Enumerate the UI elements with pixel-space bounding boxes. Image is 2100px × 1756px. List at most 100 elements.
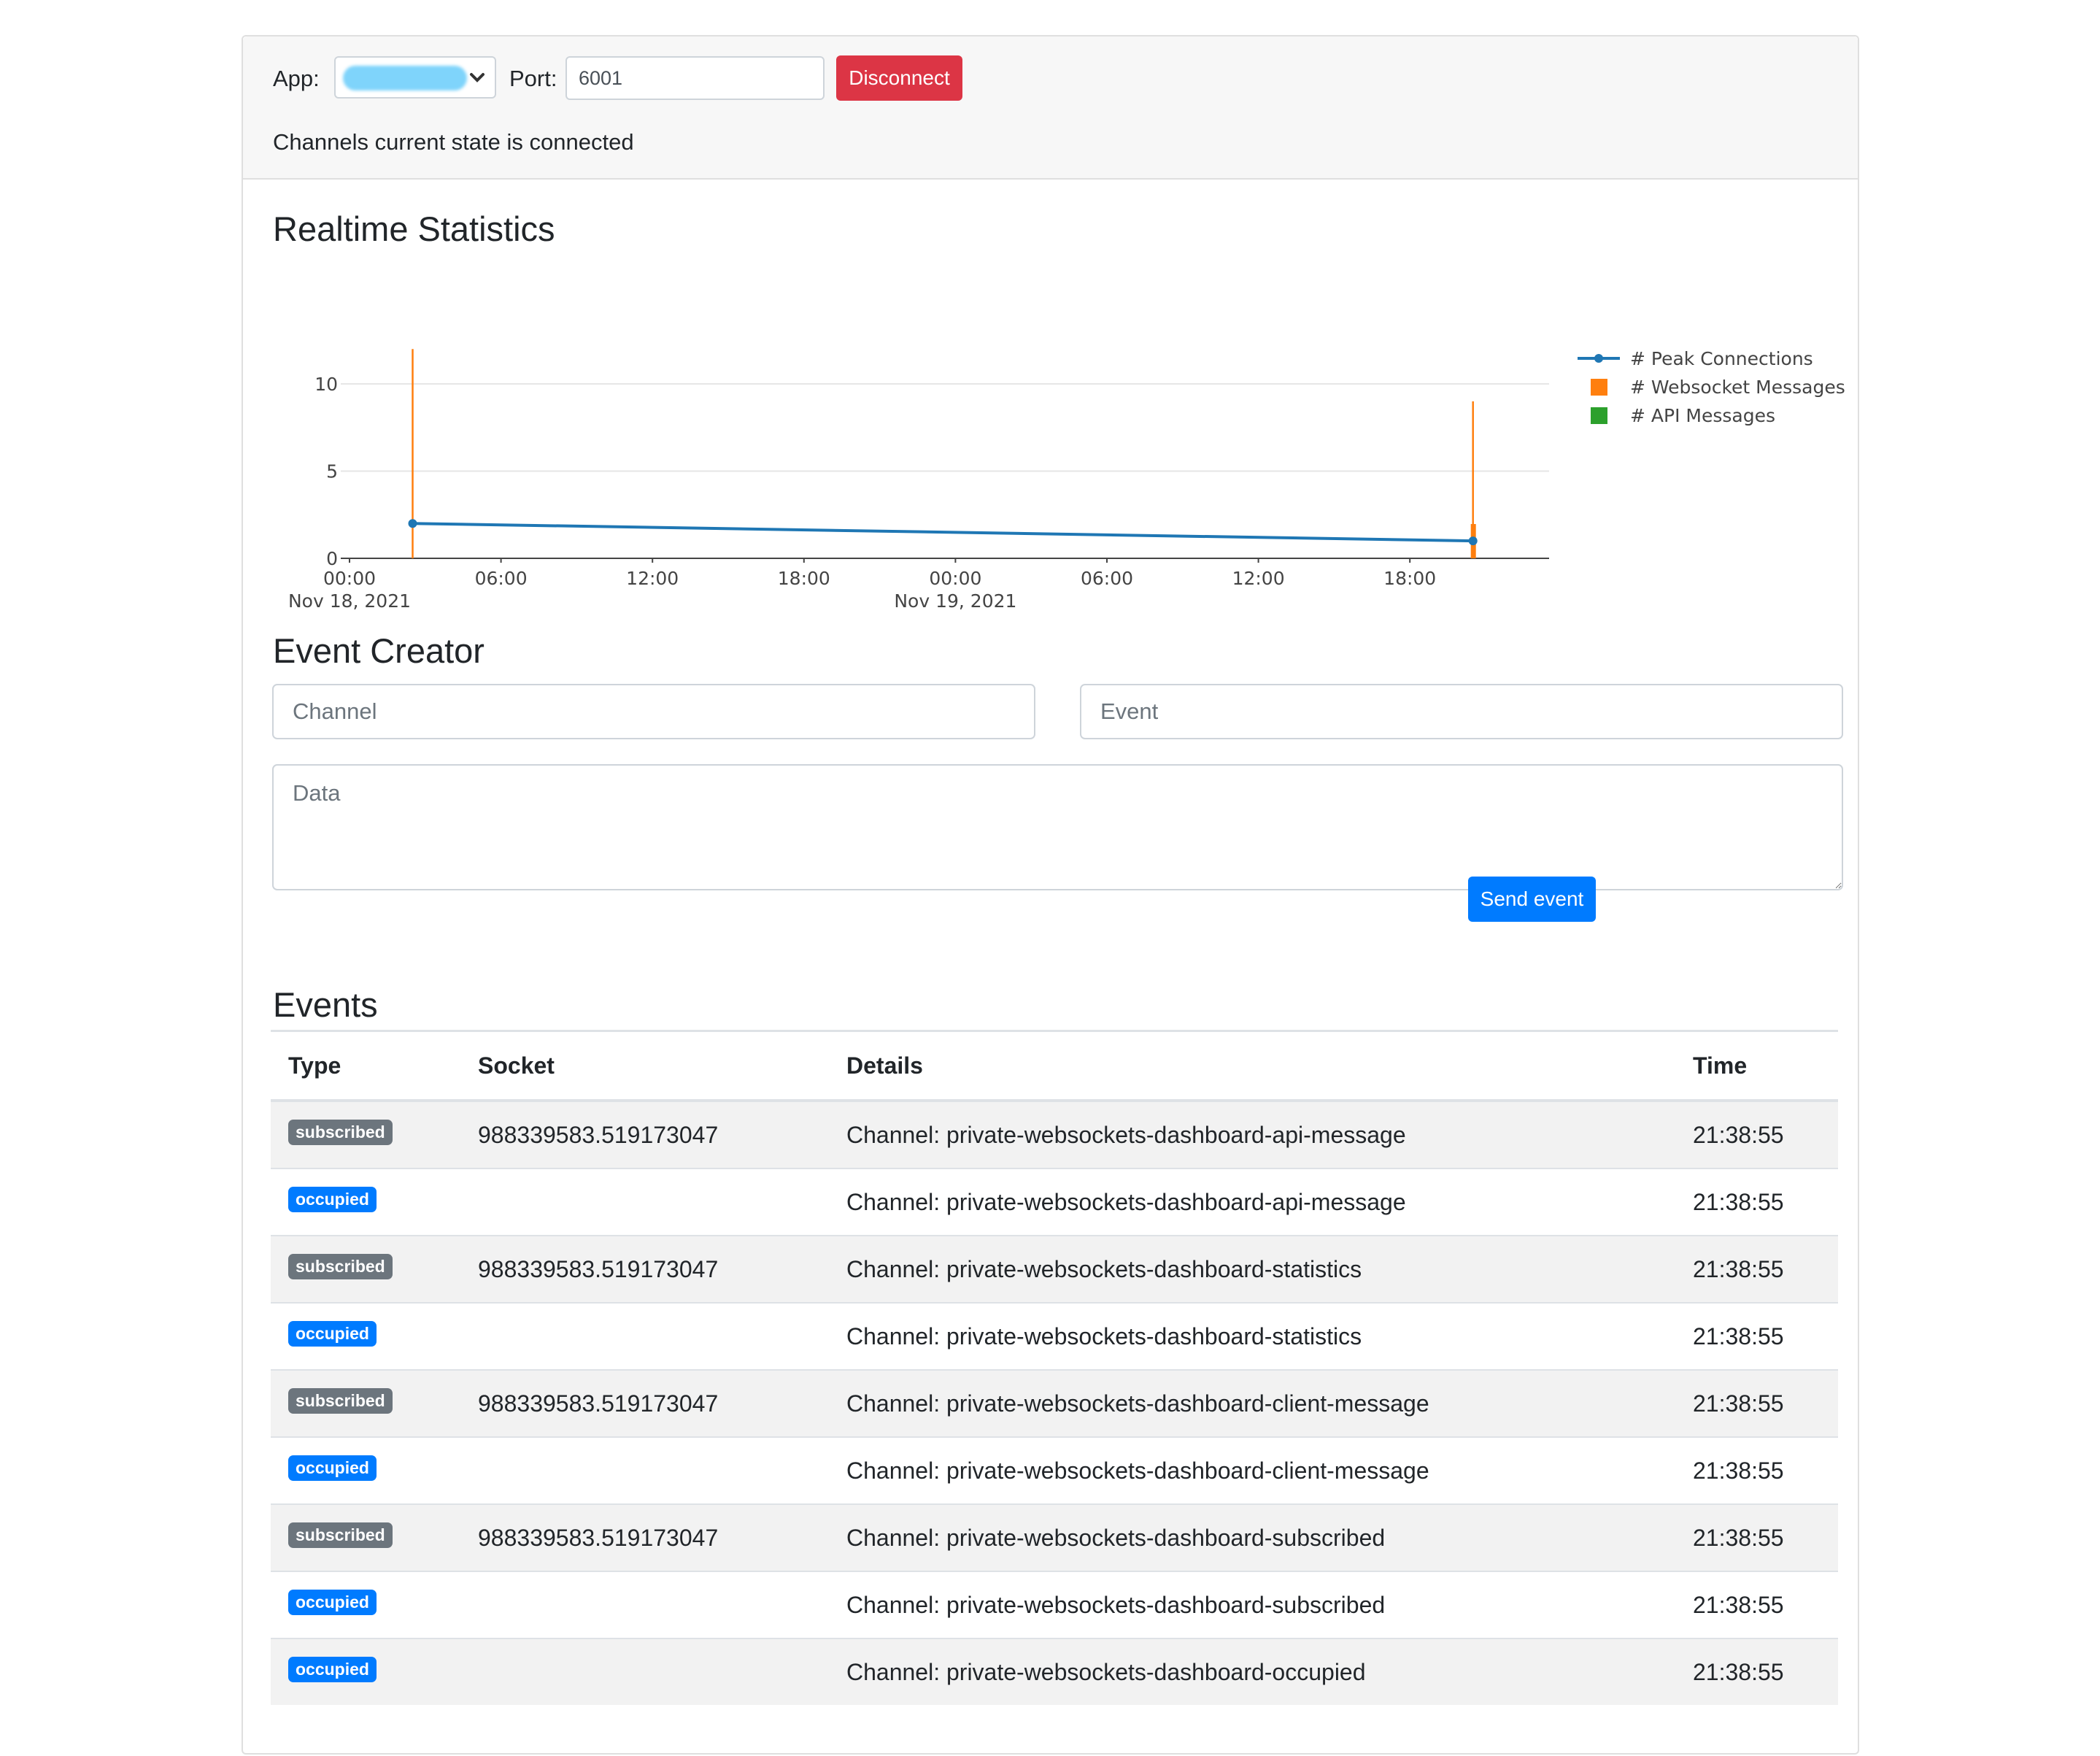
peak-connections-point [408,519,417,528]
app-label: App: [273,66,320,91]
realtime-statistics-title: Realtime Statistics [273,209,555,248]
send-event-button[interactable]: Send event [1468,877,1596,922]
column-header-socket: Socket [460,1030,829,1102]
table-row: subscribed 988339583.519173047 Channel: pr… [271,1503,1838,1571]
details-cell: Channel: private-websockets-dashboard-su… [829,1503,1675,1571]
realtime-statistics-chart: 0 5 10 00:00 06:00 12:00 18:00 00:00 06:00 12:00 1… [288,348,1845,612]
type-cell: subscribed [271,1503,460,1571]
details-cell: Channel: private-websockets-dashboard-oc… [829,1638,1675,1705]
port-input[interactable] [565,56,825,100]
event-type-badge: subscribed [288,1522,393,1548]
details-cell: Channel: private-websockets-dashboard-ap… [829,1100,1675,1168]
table-row: subscribed 988339583.519173047 Channel: pr… [271,1100,1838,1168]
app-select[interactable] [334,56,496,99]
legend-label: # API Messages [1630,405,1775,426]
peak-connections-line [412,522,1473,543]
x-date-label: Nov 18, 2021 [288,590,411,612]
legend-swatch [1591,379,1607,396]
type-cell: occupied [271,1638,460,1705]
event-type-badge: occupied [288,1186,377,1212]
channel-input[interactable] [272,684,1035,739]
y-tick-label: 5 [326,461,338,482]
event-creator-title: Event Creator [273,631,485,670]
event-type-badge: subscribed [288,1387,393,1414]
peak-connections-point [1468,536,1478,546]
time-cell: 21:38:55 [1675,1168,1838,1236]
event-type-badge: occupied [288,1589,377,1615]
socket-cell [460,1638,829,1705]
x-tick-label: 06:00 [475,568,528,589]
legend-label: # Peak Connections [1630,348,1813,369]
table-row: occupied Channel: private-websockets-dash… [271,1638,1838,1705]
x-tick-label: 06:00 [1081,568,1133,589]
details-cell: Channel: private-websockets-dashboard-st… [829,1302,1675,1370]
type-cell: subscribed [271,1235,460,1303]
type-cell: occupied [271,1571,460,1638]
events-title: Events [273,985,378,1024]
connection-state-text: Channels current state is connected [273,129,634,155]
time-cell: 21:38:55 [1675,1638,1838,1705]
x-tick-label: 00:00 [929,568,981,589]
column-header-type: Type [271,1030,460,1102]
socket-cell: 988339583.519173047 [460,1503,829,1571]
table-row: occupied Channel: private-websockets-dash… [271,1436,1838,1504]
x-tick-label: 12:00 [626,568,679,589]
events-table-body: subscribed 988339583.519173047 Channel: pr… [271,1100,1838,1705]
time-cell: 21:38:55 [1675,1369,1838,1437]
table-row: subscribed 988339583.519173047 Channel: pr… [271,1369,1838,1437]
y-tick-label: 0 [326,548,338,569]
details-cell: Channel: private-websockets-dashboard-cl… [829,1436,1675,1504]
table-row: occupied Channel: private-websockets-dash… [271,1571,1838,1638]
app-select-value-redacted [343,66,467,91]
time-cell: 21:38:55 [1675,1235,1838,1303]
event-type-badge: subscribed [288,1253,393,1279]
time-cell: 21:38:55 [1675,1436,1838,1504]
details-cell: Channel: private-websockets-dashboard-ap… [829,1168,1675,1236]
x-tick-label: 12:00 [1232,568,1285,589]
events-table: Type Socket Details Time subscribed 98833… [271,1030,1838,1705]
column-header-time: Time [1675,1030,1838,1102]
chevron-down-icon [470,73,485,82]
type-cell: subscribed [271,1369,460,1437]
legend-swatch [1591,407,1607,424]
x-tick-label: 00:00 [323,568,376,589]
event-input[interactable] [1080,684,1843,739]
table-row: occupied Channel: private-websockets-dash… [271,1168,1838,1236]
x-date-label: Nov 19, 2021 [894,590,1016,612]
type-cell: subscribed [271,1100,460,1168]
type-cell: occupied [271,1168,460,1236]
type-cell: occupied [271,1436,460,1504]
socket-cell [460,1436,829,1504]
data-textarea[interactable] [272,764,1843,890]
legend-label: # Websocket Messages [1630,377,1845,398]
time-cell: 21:38:55 [1675,1571,1838,1638]
socket-cell: 988339583.519173047 [460,1100,829,1168]
time-cell: 21:38:55 [1675,1503,1838,1571]
socket-cell [460,1168,829,1236]
socket-cell: 988339583.519173047 [460,1235,829,1303]
event-type-badge: occupied [288,1656,377,1682]
y-tick-label: 10 [314,374,338,395]
time-cell: 21:38:55 [1675,1100,1838,1168]
column-header-details: Details [829,1030,1675,1102]
socket-cell [460,1571,829,1638]
details-cell: Channel: private-websockets-dashboard-st… [829,1235,1675,1303]
x-tick-label: 18:00 [778,568,830,589]
connection-header: App: Port: Disconnect Channels current s… [243,36,1858,180]
event-type-badge: occupied [288,1320,377,1347]
event-type-badge: occupied [288,1455,377,1481]
port-label: Port: [509,66,557,91]
details-cell: Channel: private-websockets-dashboard-cl… [829,1369,1675,1437]
legend-line-marker [1594,354,1603,363]
event-type-badge: subscribed [288,1119,393,1145]
socket-cell [460,1302,829,1370]
details-cell: Channel: private-websockets-dashboard-su… [829,1571,1675,1638]
events-table-header: Type Socket Details Time [271,1030,1838,1102]
table-row: subscribed 988339583.519173047 Channel: pr… [271,1235,1838,1303]
time-cell: 21:38:55 [1675,1302,1838,1370]
type-cell: occupied [271,1302,460,1370]
x-tick-label: 18:00 [1383,568,1436,589]
disconnect-button[interactable]: Disconnect [836,55,962,101]
socket-cell: 988339583.519173047 [460,1369,829,1437]
table-row: occupied Channel: private-websockets-dash… [271,1302,1838,1370]
